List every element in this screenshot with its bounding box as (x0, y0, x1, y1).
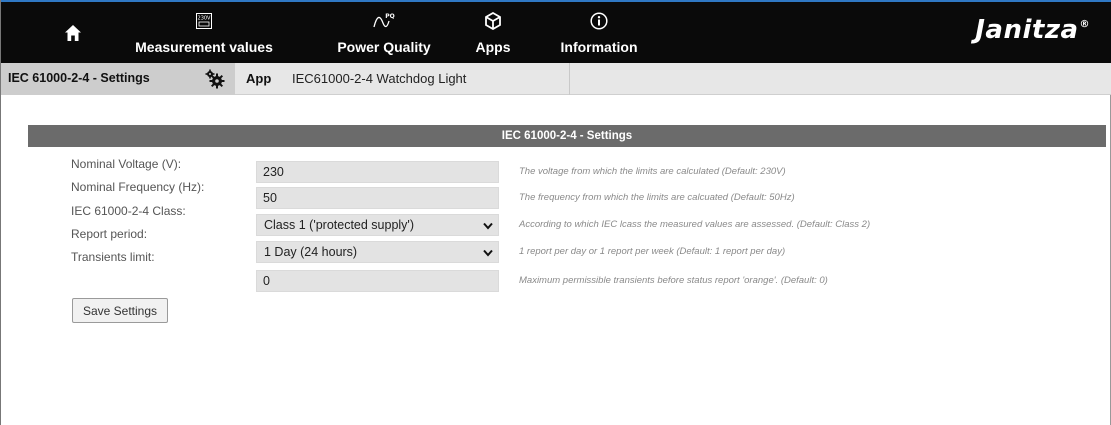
nominal-frequency-hint: The frequency from which the limits are … (519, 192, 795, 203)
nominal-voltage-label: Nominal Voltage (V): (71, 157, 182, 171)
registered-mark: ® (1079, 19, 1090, 30)
nav-apps[interactable]: Apps (463, 2, 523, 63)
top-navigation-bar: 230V Measurement values PQ Power Quality (1, 0, 1111, 63)
nav-power-quality-label: Power Quality (337, 39, 431, 55)
chevron-down-icon (483, 222, 493, 230)
nav-information-label: Information (560, 39, 638, 55)
iec-class-value: Class 1 ('protected supply') (264, 218, 414, 232)
nominal-frequency-label: Nominal Frequency (Hz): (71, 180, 205, 194)
gear-icon[interactable] (204, 68, 226, 90)
app-window: 230V Measurement values PQ Power Quality (0, 0, 1111, 425)
save-settings-button[interactable]: Save Settings (72, 298, 168, 323)
transients-limit-input[interactable] (256, 270, 499, 292)
iec-class-select[interactable]: Class 1 ('protected supply') (256, 214, 499, 236)
subbar-divider (569, 63, 570, 95)
report-period-label: Report period: (71, 227, 148, 241)
report-period-value: 1 Day (24 hours) (264, 245, 358, 259)
brand-name: Janitza (975, 15, 1079, 45)
app-name: IEC61000-2-4 Watchdog Light (292, 71, 467, 86)
settings-tab[interactable]: IEC 61000-2-4 - Settings (1, 63, 235, 95)
nav-information[interactable]: Information (549, 2, 649, 63)
transients-limit-label: Transients limit: (71, 250, 155, 264)
nav-measurement-values[interactable]: 230V Measurement values (129, 2, 279, 63)
nav-apps-label: Apps (475, 39, 511, 55)
apps-icon (463, 10, 523, 32)
settings-tab-label: IEC 61000-2-4 - Settings (8, 71, 150, 85)
panel-title: IEC 61000-2-4 - Settings (28, 125, 1106, 147)
janitza-logo: Janitza® (975, 15, 1090, 45)
report-period-select[interactable]: 1 Day (24 hours) (256, 241, 499, 263)
information-icon (549, 10, 649, 32)
nav-measurement-values-label: Measurement values (135, 39, 273, 55)
measurement-values-icon: 230V (129, 10, 279, 32)
measurement-icon-text: 230V (198, 16, 212, 22)
nav-power-quality[interactable]: PQ Power Quality (321, 2, 447, 63)
nominal-frequency-input[interactable] (256, 187, 499, 209)
app-label: App (246, 71, 272, 86)
power-quality-icon: PQ (321, 10, 447, 32)
nominal-voltage-hint: The voltage from which the limits are ca… (519, 166, 786, 177)
power-quality-icon-text: PQ (385, 13, 395, 20)
home-icon (51, 22, 95, 44)
chevron-down-icon (483, 249, 493, 257)
report-period-hint: 1 report per day or 1 report per week (D… (519, 246, 786, 257)
secondary-bar: IEC 61000-2-4 - Settings App IEC61000-2-… (1, 63, 1111, 95)
iec-class-hint: According to which IEC lcass the measure… (519, 219, 871, 230)
iec-class-label: IEC 61000-2-4 Class: (71, 204, 186, 218)
transients-limit-hint: Maximum permissible transients before st… (519, 275, 828, 286)
nominal-voltage-input[interactable] (256, 161, 499, 183)
nav-home[interactable] (51, 2, 95, 63)
